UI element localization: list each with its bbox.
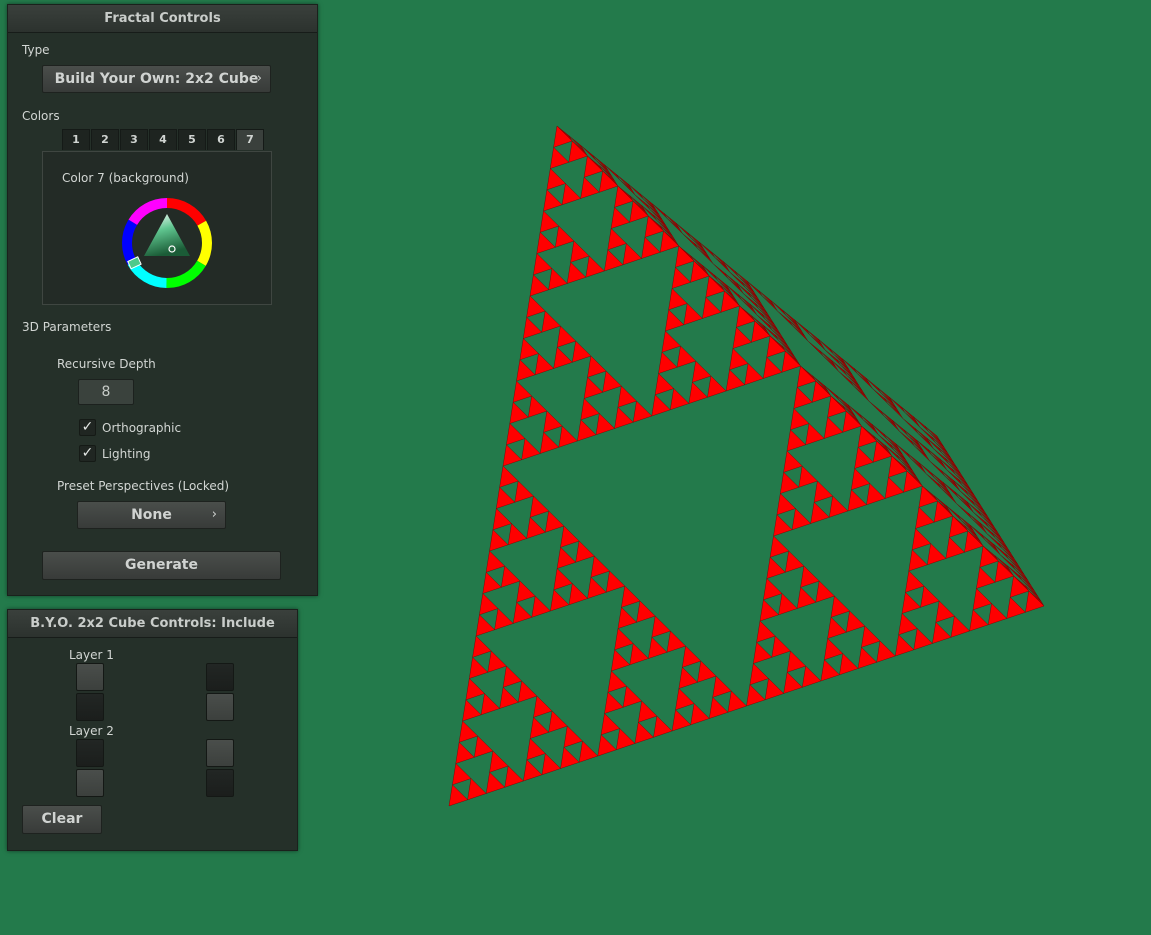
checkmark-icon: ✓ — [81, 445, 94, 461]
cube-layer1-r2-c1[interactable] — [76, 693, 104, 721]
layer2-label: Layer 2 — [69, 724, 114, 738]
tab-color-7[interactable]: 7 — [236, 129, 264, 150]
tab-color-5[interactable]: 5 — [178, 129, 206, 150]
type-label: Type — [22, 43, 50, 57]
perspectives-label: Preset Perspectives (Locked) — [57, 479, 230, 493]
3d-params-label: 3D Parameters — [22, 320, 112, 334]
checkmark-icon: ✓ — [81, 419, 94, 435]
tab-color-3[interactable]: 3 — [120, 129, 148, 150]
perspectives-dropdown[interactable]: None › — [77, 501, 226, 529]
perspectives-value: None — [131, 507, 172, 523]
colors-label: Colors — [22, 109, 60, 123]
recursive-depth-input[interactable]: 8 — [78, 379, 134, 405]
color-wheel-icon[interactable] — [120, 196, 214, 290]
cube-layer2-r1-c1[interactable] — [76, 739, 104, 767]
tab-color-2[interactable]: 2 — [91, 129, 119, 150]
panel-title: B.Y.O. 2x2 Cube Controls: Include — [8, 610, 297, 638]
saturation-triangle[interactable] — [144, 214, 190, 256]
color-name-label: Color 7 (background) — [62, 171, 189, 185]
layer1-label: Layer 1 — [69, 648, 114, 662]
generate-button[interactable]: Generate — [42, 551, 281, 580]
depth-label: Recursive Depth — [57, 357, 156, 371]
cube-layer1-r1-c1[interactable] — [76, 663, 104, 691]
type-value: Build Your Own: 2x2 Cube — [54, 71, 259, 87]
tab-color-4[interactable]: 4 — [149, 129, 177, 150]
tab-color-1[interactable]: 1 — [62, 129, 90, 150]
cube-layer1-r1-c2[interactable] — [206, 663, 234, 691]
orthographic-checkbox[interactable]: ✓ — [79, 419, 96, 436]
chevron-right-icon: › — [256, 71, 262, 86]
cube-layer1-r2-c2[interactable] — [206, 693, 234, 721]
cube-layer2-r2-c2[interactable] — [206, 769, 234, 797]
chevron-right-icon: › — [211, 507, 217, 522]
clear-button[interactable]: Clear — [22, 805, 102, 834]
orthographic-label: Orthographic — [102, 421, 182, 435]
cube-layer2-r1-c2[interactable] — [206, 739, 234, 767]
type-dropdown[interactable]: Build Your Own: 2x2 Cube › — [42, 65, 271, 93]
panel-title: Fractal Controls — [8, 5, 317, 33]
cube-layer2-r2-c1[interactable] — [76, 769, 104, 797]
lighting-checkbox[interactable]: ✓ — [79, 445, 96, 462]
tab-color-6[interactable]: 6 — [207, 129, 235, 150]
color-tabs: 1 2 3 4 5 6 7 — [62, 129, 265, 150]
lighting-label: Lighting — [102, 447, 151, 461]
